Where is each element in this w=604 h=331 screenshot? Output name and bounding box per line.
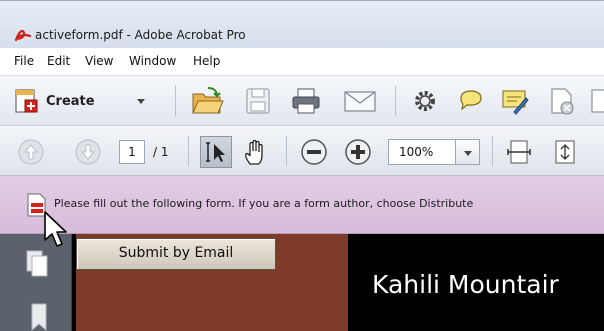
- main-toolbar: Create: [0, 76, 604, 126]
- page-number-input[interactable]: 1: [119, 140, 145, 164]
- menu-edit[interactable]: Edit: [47, 54, 70, 68]
- document-heading: Kahili Mountair: [372, 270, 559, 299]
- chevron-down-icon: [137, 99, 145, 104]
- toolbar-separator: [188, 136, 189, 166]
- form-message-bar: Please fill out the following form. If y…: [0, 176, 604, 234]
- document-icon[interactable]: [548, 86, 576, 116]
- zoom-in-icon[interactable]: [344, 138, 372, 166]
- select-cursor-icon: [206, 142, 225, 162]
- form-message-text: Please fill out the following form. If y…: [54, 197, 474, 210]
- zoom-dropdown-button[interactable]: [456, 139, 480, 165]
- next-page-icon[interactable]: [74, 138, 102, 166]
- window-title: activeform.pdf - Adobe Acrobat Pro: [35, 28, 246, 42]
- menu-window[interactable]: Window: [129, 54, 176, 68]
- create-button[interactable]: Create: [10, 84, 160, 118]
- bookmarks-icon[interactable]: [28, 302, 50, 331]
- menu-help[interactable]: Help: [193, 54, 220, 68]
- menu-view[interactable]: View: [85, 54, 113, 68]
- acrobat-icon: [14, 29, 32, 42]
- fit-width-icon[interactable]: [506, 138, 532, 166]
- page-total: / 1: [153, 145, 169, 159]
- toolbar-separator: [492, 136, 493, 166]
- toolbar-separator: [286, 136, 287, 166]
- save-icon[interactable]: [244, 86, 272, 116]
- toolbar-separator: [175, 86, 176, 116]
- page-thumbnails-icon[interactable]: [24, 248, 50, 278]
- sign-pen-icon[interactable]: [500, 86, 530, 116]
- zoom-out-icon[interactable]: [300, 138, 328, 166]
- hand-tool-icon[interactable]: [242, 138, 270, 166]
- title-bar: activeform.pdf - Adobe Acrobat Pro: [0, 0, 604, 48]
- toolbar-separator: [395, 86, 396, 116]
- menu-bar: File Edit View Window Help: [0, 48, 604, 76]
- comment-bubble-icon[interactable]: [458, 88, 484, 114]
- previous-page-icon[interactable]: [17, 138, 45, 166]
- chevron-down-icon: [464, 151, 472, 156]
- settings-gear-icon[interactable]: [412, 88, 438, 114]
- acrobat-window: activeform.pdf - Adobe Acrobat Pro File …: [0, 0, 604, 331]
- page-icon[interactable]: [590, 88, 604, 114]
- open-folder-icon[interactable]: [190, 84, 224, 118]
- fit-page-icon[interactable]: [552, 138, 578, 166]
- zoom-level-input[interactable]: 100%: [388, 139, 456, 165]
- email-icon[interactable]: [343, 88, 377, 114]
- create-doc-icon: [15, 89, 38, 113]
- print-icon[interactable]: [290, 86, 322, 116]
- menu-file[interactable]: File: [14, 54, 34, 68]
- submit-by-email-button[interactable]: Submit by Email: [76, 238, 276, 270]
- create-label: Create: [46, 94, 95, 109]
- select-tool-button[interactable]: [200, 136, 232, 168]
- mouse-cursor-icon: [44, 211, 67, 247]
